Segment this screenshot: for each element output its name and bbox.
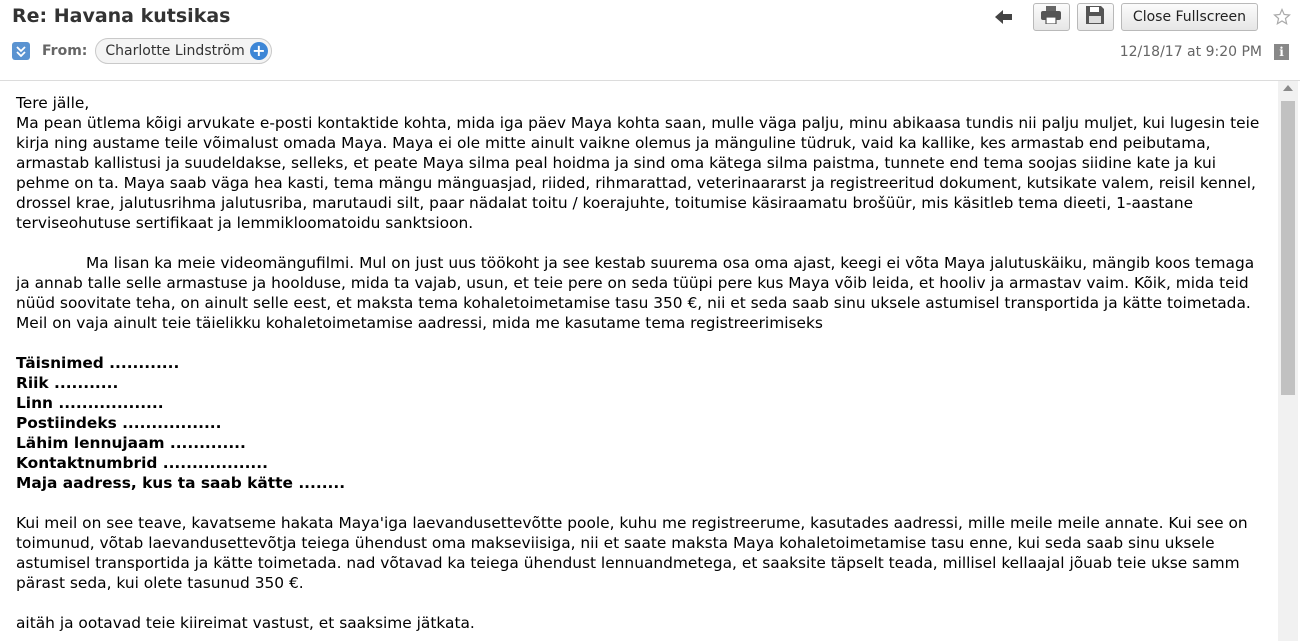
paragraph-1: Ma pean ütlema kõigi arvukate e-posti ko… [16,114,1260,232]
message-toolbar: Close Fullscreen [993,3,1292,31]
save-button[interactable] [1076,3,1114,31]
form-field: Maja aadress, kus ta saab kätte ........ [16,474,346,492]
star-icon[interactable] [1272,7,1292,27]
expand-icon[interactable] [12,42,30,60]
greeting: Tere jälle, [16,94,90,112]
form-field: Kontaktnumbrid .................. [16,454,268,472]
from-row: From: Charlotte Lindström + [12,38,272,64]
print-icon [1041,6,1062,28]
message-body: Tere jälle, Ma pean ütlema kõigi arvukat… [0,81,1277,641]
form-field: Täisnimed ............ [16,354,180,372]
save-icon [1086,6,1105,28]
print-button[interactable] [1032,3,1070,31]
paragraph-3: Kui meil on see teave, kavatseme hakata … [16,514,1248,592]
scrollbar-thumb[interactable] [1281,101,1295,395]
form-field: Linn .................. [16,394,164,412]
form-field: Riik ........... [16,374,119,392]
form-field: Lähim lennujaam ............. [16,434,246,452]
message-header: Re: Havana kutsikas Close Fullscreen Fro… [0,0,1300,81]
form-field: Postiindeks ................. [16,414,222,432]
from-label: From: [42,43,88,59]
closing-line: aitäh ja ootavad teie kiireimat vastust,… [16,614,475,632]
sender-name: Charlotte Lindström [105,43,245,59]
info-icon[interactable]: i [1274,44,1289,60]
add-contact-icon[interactable]: + [249,42,268,60]
paragraph-2: Ma lisan ka meie videomängufilmi. Mul on… [16,254,1255,332]
vertical-scrollbar[interactable] [1278,81,1298,641]
scroll-up-arrow-icon[interactable] [1283,85,1293,91]
message-subject: Re: Havana kutsikas [12,5,231,27]
back-arrow-icon[interactable] [993,6,1015,28]
message-date: 12/18/17 at 9:20 PM [1119,44,1262,60]
close-fullscreen-button[interactable]: Close Fullscreen [1120,3,1258,31]
sender-chip[interactable]: Charlotte Lindström + [95,38,272,64]
